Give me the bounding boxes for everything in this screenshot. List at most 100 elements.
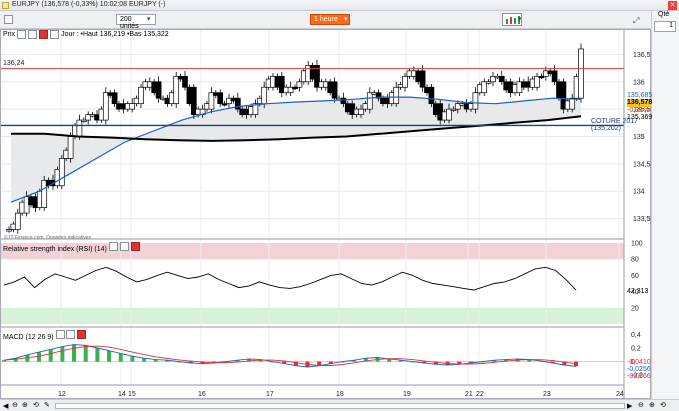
chevron-down-icon[interactable]: ▾ <box>518 15 522 23</box>
chart-area[interactable]: 133,5 134 134,5 135 135,5 136 136,5 12 14 15 16 17 1… <box>0 29 653 400</box>
y-tick-label: 136 <box>633 79 645 86</box>
candle <box>155 81 162 99</box>
zoom-in-icon[interactable]: ⊕ <box>22 401 28 409</box>
draw-icon[interactable]: ✎ <box>44 401 50 409</box>
qty-input[interactable]: 1 <box>654 21 676 32</box>
zoom-out-icon[interactable]: ⊖ <box>12 401 18 409</box>
candle <box>67 136 74 159</box>
prix-label: Prix <box>3 31 16 38</box>
zoom-in-icon[interactable]: ⊕ <box>649 401 655 409</box>
macd-line <box>3 344 577 368</box>
close-icon[interactable] <box>130 242 140 251</box>
rsi-legend: Relative strength index (RSI) (14) <box>3 242 140 253</box>
title-bar: EURJPY (136,578 (-0,33%) 10:02:08 EURJPY… <box>0 0 679 11</box>
candle <box>76 119 83 137</box>
x-tick-label: 17 <box>266 391 274 398</box>
settings-icon[interactable] <box>55 330 65 339</box>
chevron-down-icon[interactable]: ▾ <box>344 15 348 23</box>
nav-prev-icon[interactable]: ◀ <box>3 402 8 410</box>
candle <box>111 92 118 105</box>
close-icon[interactable] <box>77 330 87 339</box>
candle <box>358 108 364 115</box>
window-title: EURJPY (136,578 (-0,33%) 10:02:08 EURJPY… <box>12 1 166 8</box>
candle <box>217 92 224 105</box>
scrollbar[interactable] <box>55 403 625 409</box>
candle <box>102 92 109 121</box>
macd-bar <box>130 356 135 362</box>
candle <box>393 86 400 105</box>
macd-bar <box>95 348 100 362</box>
candle <box>182 75 188 88</box>
rsi-path <box>3 266 577 291</box>
candle <box>419 70 426 88</box>
ma-envelope-fill <box>11 97 581 203</box>
level-label: 136,24 <box>3 60 25 67</box>
y-tick-label: 134,5 <box>633 161 651 168</box>
settings-icon[interactable] <box>17 30 27 39</box>
y-tick-label: 134 <box>633 189 645 196</box>
ma-value-tag: 135,685 <box>627 92 653 99</box>
close-window-icon[interactable]: ✕ <box>668 1 677 10</box>
close-icon[interactable] <box>39 30 49 39</box>
visibility-icon[interactable] <box>28 30 38 39</box>
macd-value-2: -0,0256 <box>627 366 651 373</box>
credit-text: © IT-Finance.com. Données indicatives <box>4 235 92 241</box>
chevron-down-icon[interactable]: ▾ <box>147 15 151 23</box>
candle <box>331 81 338 99</box>
rsi-title: Relative strength index (RSI) (14) <box>3 246 107 253</box>
x-tick-label: 12 <box>58 391 66 398</box>
app-icon <box>2 2 9 9</box>
visibility-icon[interactable] <box>119 242 129 251</box>
rsi-line <box>3 266 577 291</box>
toolbar: 200 unités ▾ 1 heure ▾ ▾ ⤢ <box>0 11 679 30</box>
zoom-out-icon[interactable]: ⊖ <box>638 401 644 409</box>
order-panel: Qté 1 <box>651 11 679 399</box>
rsi-tick-label: 100 <box>631 241 643 248</box>
visibility-icon[interactable] <box>66 330 76 339</box>
bottom-bar: ◀ ⊖ ⊕ ⟲ ✎ ▶ ⊖ ⊕ ⟲ <box>0 399 679 411</box>
reset-icon[interactable]: ⟲ <box>33 401 39 409</box>
macd-bar <box>72 344 77 362</box>
rsi-oversold-band <box>1 307 624 324</box>
x-tick-label: 21 <box>465 391 473 398</box>
nav-next-icon[interactable]: ▶ <box>627 402 632 410</box>
candle <box>58 158 65 187</box>
candle <box>551 70 558 83</box>
macd-bar <box>107 350 112 362</box>
current-price-tag: 136,578 <box>627 99 653 107</box>
candle <box>296 81 303 88</box>
macd-legend: MACD (12 26 9) <box>3 330 87 341</box>
menu-icon[interactable] <box>4 15 13 24</box>
macd-tick-label: 0,4 <box>631 332 641 339</box>
ohlc-text: Jour : •Haut 136,219 •Bas 135,322 <box>61 31 169 38</box>
macd-value-3: -0,0666 <box>627 373 651 380</box>
macd-signal-line <box>3 345 577 366</box>
rsi-tick-label: 80 <box>631 257 639 264</box>
macd-bar <box>48 349 53 362</box>
candle <box>578 48 584 99</box>
x-tick-label: 14 <box>118 391 126 398</box>
candle <box>428 86 435 105</box>
candle <box>402 75 408 88</box>
x-tick-label: 15 <box>128 391 136 398</box>
price-legend: Prix Jour : •Haut 136,219 •Bas 135,322 <box>3 30 169 39</box>
settings-icon[interactable] <box>108 242 118 251</box>
macd-histogram <box>1 344 624 368</box>
candle <box>129 103 136 110</box>
macd-bar <box>118 353 123 362</box>
color-icon[interactable] <box>50 30 60 39</box>
macd-value-1: -0,0410 <box>627 359 651 366</box>
candle <box>472 92 479 110</box>
expand-icon[interactable]: ⤢ <box>633 16 639 26</box>
x-tick-label: 16 <box>198 391 206 398</box>
pct-change-tag: -0,33% <box>627 107 650 114</box>
candle <box>569 97 576 110</box>
reset-icon[interactable]: ⟲ <box>660 401 666 409</box>
candle <box>261 86 268 105</box>
x-tick-label: 23 <box>543 391 551 398</box>
candle <box>173 75 180 105</box>
y-tick-label: 136,5 <box>633 52 651 59</box>
macd-bar <box>83 345 88 362</box>
candle <box>14 212 21 230</box>
rsi-tick-label: 60 <box>631 273 639 280</box>
